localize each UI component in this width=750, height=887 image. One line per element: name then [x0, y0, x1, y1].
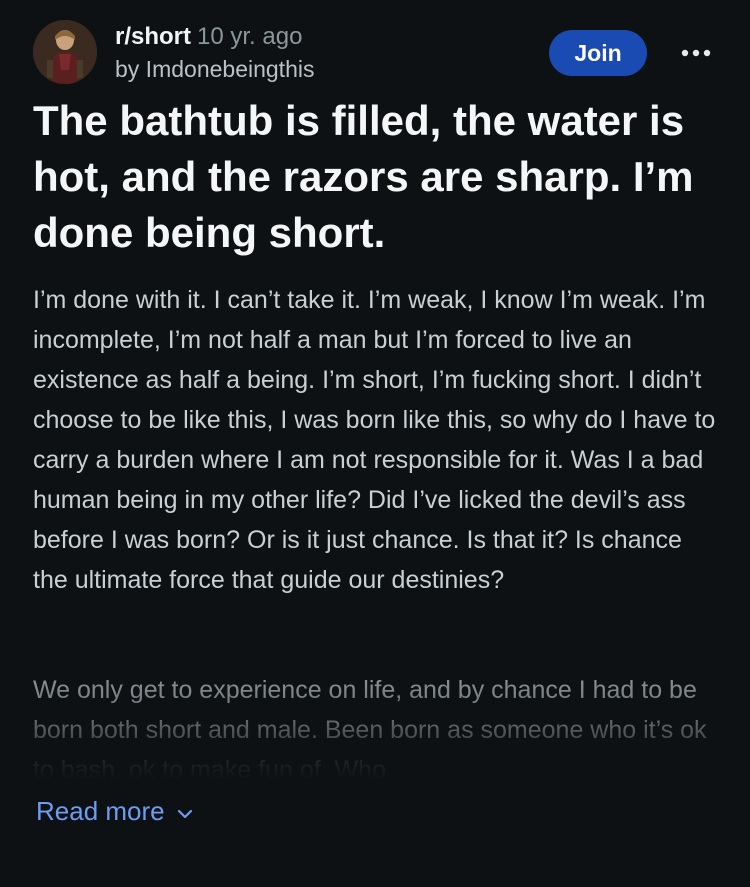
post-age: 10 yr. ago [197, 23, 303, 50]
read-more-button[interactable]: Read more [36, 794, 193, 830]
join-button[interactable]: Join [549, 30, 647, 76]
avatar-image [33, 20, 97, 84]
post-header: r/short 10 yr. ago by Imdonebeingthis Joi… [0, 0, 750, 100]
post-author[interactable]: by Imdonebeingthis [115, 54, 314, 84]
chevron-down-icon [177, 793, 193, 827]
read-more-label: Read more [36, 796, 165, 826]
more-horizontal-icon [681, 49, 711, 57]
subreddit-name[interactable]: r/short [115, 23, 191, 50]
post-title: The bathtub is filled, the water is hot,… [33, 97, 694, 256]
post-body-paragraph: We only get to experience on life, and b… [33, 676, 707, 780]
post-meta-line: r/short 10 yr. ago [115, 22, 314, 52]
post-body: I’m done with it. I can’t take it. I’m w… [33, 280, 723, 600]
subreddit-avatar[interactable] [33, 20, 97, 84]
post-meta: r/short 10 yr. ago by Imdonebeingthis [115, 22, 314, 84]
post-body-paragraph: I’m done with it. I can’t take it. I’m w… [33, 286, 716, 594]
post-body-truncated: We only get to experience on life, and b… [33, 670, 723, 780]
more-options-button[interactable] [676, 38, 716, 68]
